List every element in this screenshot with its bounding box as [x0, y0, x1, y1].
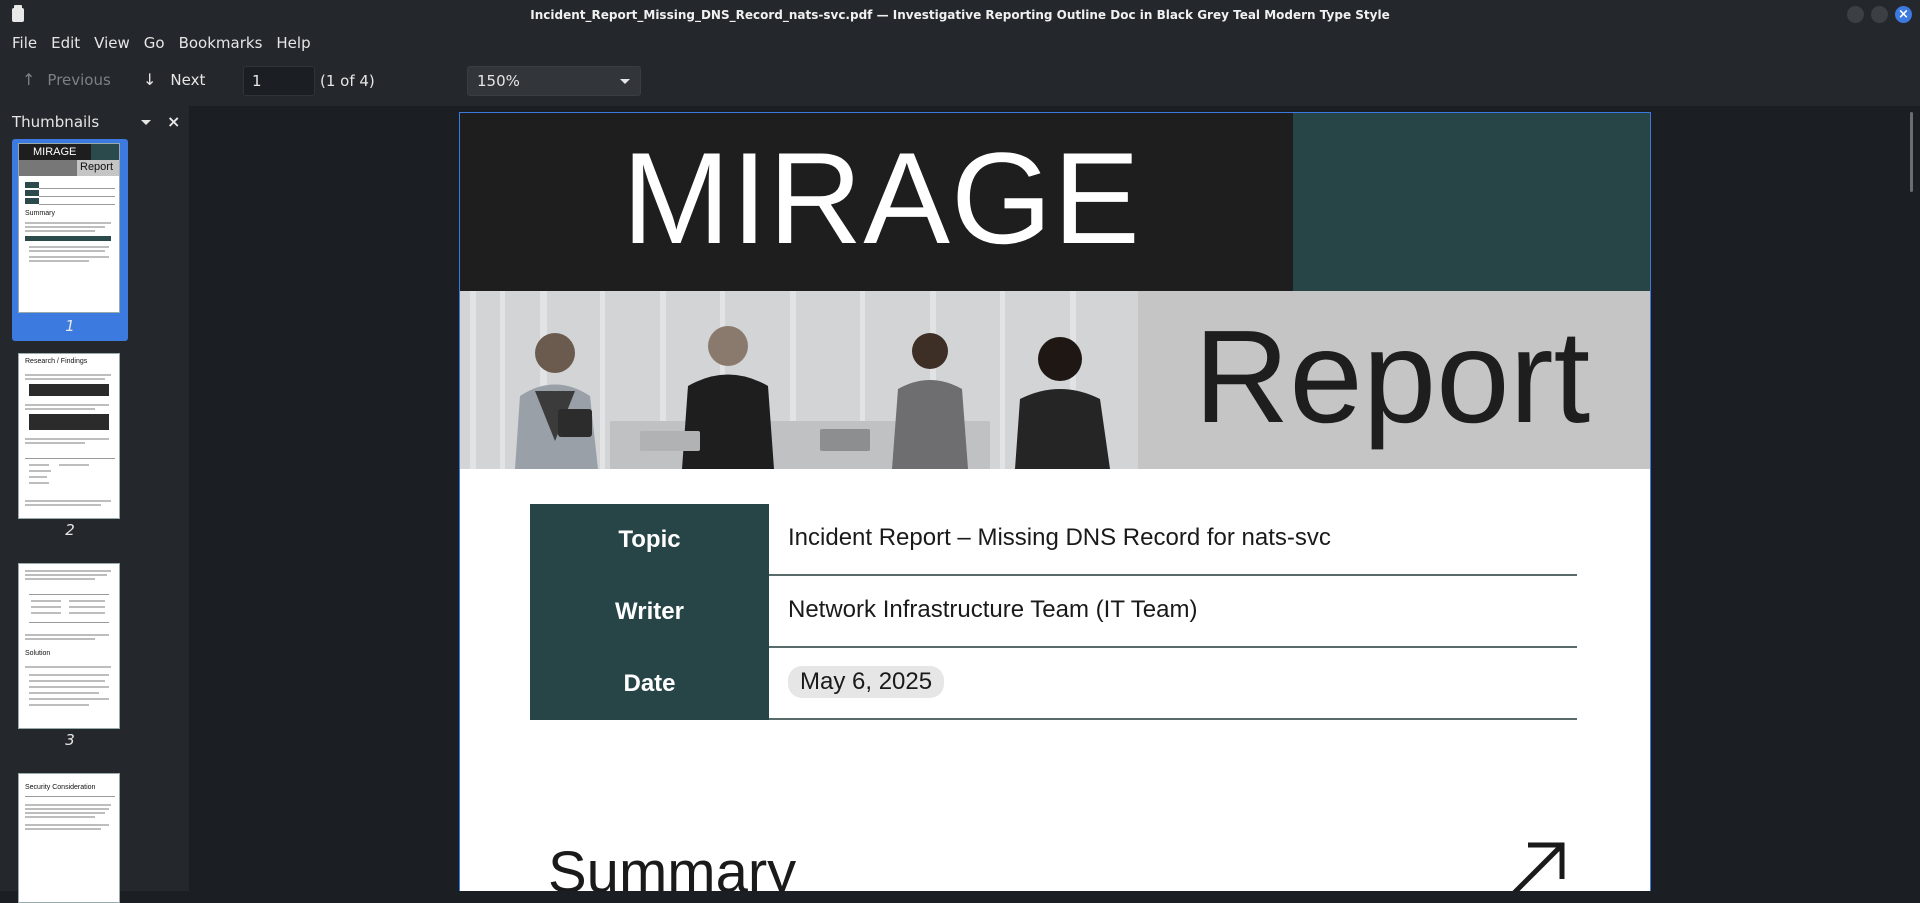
pdf-page-1: MIRAGE Report Topic Incident Report – Mi… — [459, 112, 1651, 891]
document-view[interactable]: MIRAGE Report Topic Incident Report – Mi… — [191, 106, 1920, 891]
close-window-button[interactable]: × — [1895, 6, 1912, 23]
summary-heading: Summary — [548, 840, 797, 891]
info-table: Topic Incident Report – Missing DNS Reco… — [530, 504, 1577, 720]
next-page-button[interactable]: ↓ Next — [143, 71, 205, 89]
date-label: Date — [530, 648, 769, 720]
date-value: May 6, 2025 — [788, 666, 945, 698]
menu-help[interactable]: Help — [269, 29, 317, 57]
page-number-input[interactable] — [243, 66, 315, 96]
page-count-label: (1 of 4) — [320, 72, 375, 90]
arrow-down-icon: ↓ — [143, 70, 157, 89]
menu-edit[interactable]: Edit — [44, 29, 87, 57]
sidebar-header: Thumbnails — [12, 113, 100, 131]
thumbnail-image: Security Consideration — [18, 773, 120, 903]
minimize-button[interactable] — [1847, 6, 1864, 23]
report-label-box: Report — [1138, 291, 1650, 469]
thumbnail-number: 1 — [65, 317, 75, 335]
zoom-value: 150% — [477, 72, 520, 90]
info-row-topic: Topic Incident Report – Missing DNS Reco… — [530, 504, 1577, 576]
thumbnail-image: Research / Findings — [18, 353, 120, 519]
arrow-up-right-icon — [1512, 842, 1565, 891]
window-title: Incident_Report_Missing_DNS_Record_nats-… — [530, 7, 1390, 22]
thumbnail-page-3[interactable]: Solution 3 — [12, 559, 128, 761]
meeting-photo — [460, 291, 1138, 469]
menu-view[interactable]: View — [87, 29, 137, 57]
thumbnail-heading: Solution — [25, 650, 51, 657]
previous-page-button[interactable]: ↑ Previous — [22, 71, 111, 89]
menu-bookmarks[interactable]: Bookmarks — [172, 29, 270, 57]
thumbnail-heading: Summary — [25, 210, 55, 217]
meeting-photo-illustration — [460, 291, 1138, 469]
thumbnail-number: 2 — [65, 521, 75, 539]
thumbnail-page-2[interactable]: Research / Findings 2 — [12, 349, 128, 551]
header-teal-block — [1293, 113, 1650, 291]
thumbnail-image: Solution — [18, 563, 120, 729]
next-label: Next — [170, 71, 206, 89]
thumbnail-report: Report — [80, 161, 114, 173]
document-title: MIRAGE — [622, 125, 1141, 271]
toolbar: ↑ Previous ↓ Next (1 of 4) 150% — [0, 57, 1920, 106]
arrow-up-icon: ↑ — [22, 70, 36, 89]
window-controls: × — [1847, 6, 1912, 23]
writer-value: Network Infrastructure Team (IT Team) — [788, 596, 1198, 623]
vertical-scrollbar[interactable] — [1910, 112, 1913, 192]
document-viewer-app-icon — [12, 5, 24, 22]
menu-file[interactable]: File — [5, 29, 44, 57]
sidebar-close-button[interactable]: × — [167, 112, 180, 131]
topic-value: Incident Report – Missing DNS Record for… — [788, 524, 1331, 551]
thumbnail-page-1[interactable]: MIRAGE Report Summary 1 — [12, 139, 128, 341]
info-row-date: Date May 6, 2025 — [530, 648, 1577, 720]
thumbnail-heading: Research / Findings — [25, 358, 88, 365]
thumbnails-sidebar: Thumbnails × MIRAGE Report Summary 1 Res… — [0, 106, 190, 903]
thumbnail-image: MIRAGE Report Summary — [18, 143, 120, 313]
zoom-select[interactable]: 150% — [467, 66, 641, 96]
maximize-button[interactable] — [1871, 6, 1888, 23]
thumbnail-heading: Security Consideration — [25, 784, 96, 791]
menu-bar: File Edit View Go Bookmarks Help — [0, 29, 1920, 57]
thumbnail-number: 3 — [65, 731, 75, 749]
thumbnail-page-4[interactable]: Security Consideration — [12, 769, 128, 903]
title-bar: Incident_Report_Missing_DNS_Record_nats-… — [0, 0, 1920, 29]
topic-label: Topic — [530, 504, 769, 576]
thumbnail-title: MIRAGE — [33, 146, 77, 158]
sidebar-mode-dropdown-icon[interactable] — [141, 120, 151, 125]
writer-label: Writer — [530, 576, 769, 648]
document-subtitle: Report — [1194, 303, 1591, 450]
info-row-writer: Writer Network Infrastructure Team (IT T… — [530, 576, 1577, 648]
chevron-down-icon — [620, 79, 630, 84]
previous-label: Previous — [47, 71, 111, 89]
menu-go[interactable]: Go — [137, 29, 172, 57]
